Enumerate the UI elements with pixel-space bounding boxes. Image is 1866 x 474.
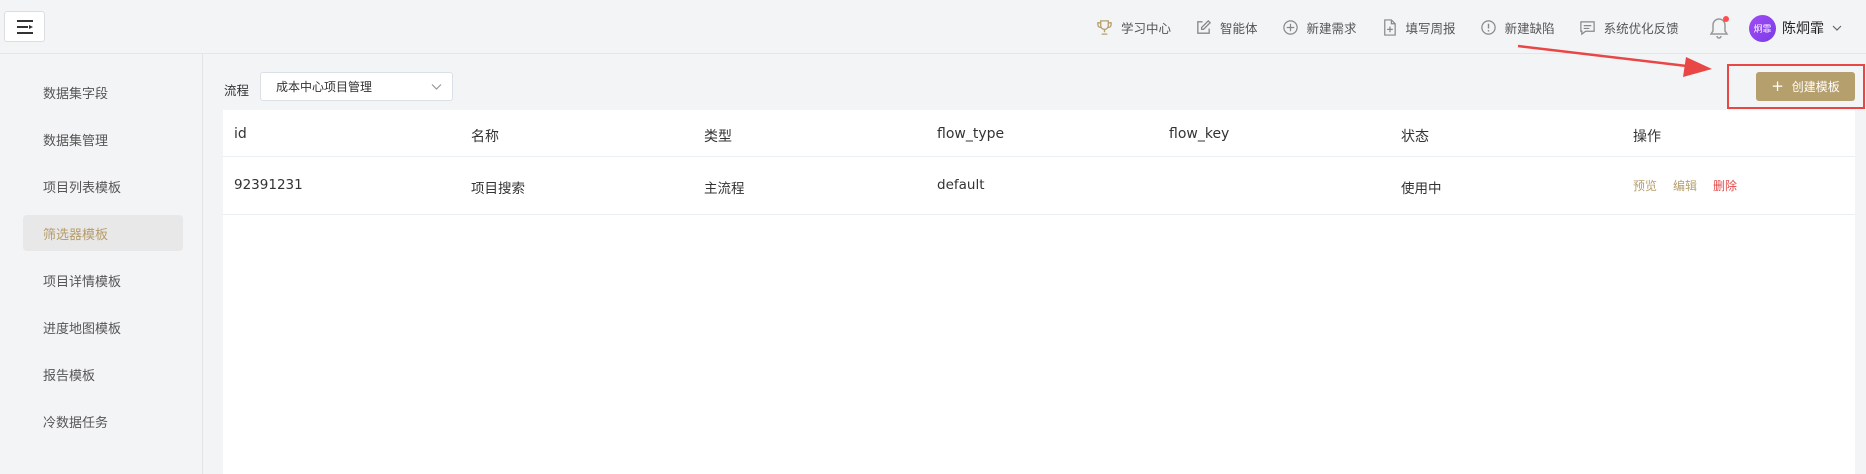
- sidebar-item-project-detail-template[interactable]: 项目详情模板: [23, 262, 183, 298]
- notification-dot: [1723, 16, 1729, 22]
- flow-select-value: 成本中心项目管理: [276, 80, 373, 94]
- nav-new-requirement[interactable]: 新建需求: [1282, 18, 1357, 37]
- nav-agent[interactable]: 智能体: [1195, 18, 1258, 37]
- cell-name: 项目搜索: [471, 181, 525, 197]
- nav-label: 填写周报: [1405, 20, 1456, 36]
- table-header: id 名称 类型 flow_type flow_key 状态 操作: [223, 110, 1855, 157]
- cell-id: 92391231: [234, 177, 303, 193]
- edit-icon: [1197, 19, 1212, 34]
- nav-new-defect[interactable]: 新建缺陷: [1480, 18, 1555, 37]
- top-nav: 学习中心 智能体 新建需求 填写周报 新建缺陷 系统优化反馈: [1096, 0, 1703, 54]
- nav-label: 系统优化反馈: [1603, 20, 1679, 36]
- sidebar-item-report-template[interactable]: 报告模板: [23, 356, 183, 392]
- column-header-id: id: [234, 126, 247, 142]
- username: 陈炯霏: [1782, 21, 1824, 37]
- nav-feedback[interactable]: 系统优化反馈: [1579, 18, 1679, 37]
- sidebar-item-dataset-management[interactable]: 数据集管理: [23, 121, 183, 157]
- nav-label: 学习中心: [1121, 20, 1172, 36]
- sidebar: 数据集字段 数据集管理 项目列表模板 筛选器模板 项目详情模板 进度地图模板 报…: [0, 54, 203, 474]
- flow-filter-label: 流程: [224, 83, 250, 98]
- nav-weekly-report[interactable]: 填写周报: [1381, 18, 1456, 37]
- plus-circle-icon: [1282, 19, 1298, 35]
- flow-select[interactable]: 成本中心项目管理: [260, 72, 453, 101]
- user-menu[interactable]: 炯霏 陈炯霏: [1749, 14, 1842, 42]
- preview-link[interactable]: 预览: [1633, 177, 1657, 194]
- annotation-highlight-box: [1727, 64, 1865, 109]
- chevron-down-icon: [431, 84, 442, 90]
- nav-label: 智能体: [1220, 20, 1258, 36]
- avatar: 炯霏: [1749, 14, 1776, 42]
- trophy-icon: [1097, 19, 1112, 35]
- nav-label: 新建缺陷: [1504, 20, 1555, 36]
- column-header-actions: 操作: [1633, 129, 1661, 145]
- nav-learning-center[interactable]: 学习中心: [1096, 18, 1171, 37]
- table-row: 92391231 项目搜索 主流程 default 使用中 预览 编辑 删除: [223, 157, 1855, 215]
- column-header-flow-type: flow_type: [937, 126, 1005, 142]
- cell-type: 主流程: [704, 181, 745, 197]
- sidebar-item-progress-map-template[interactable]: 进度地图模板: [23, 309, 183, 345]
- exclamation-circle-icon: [1480, 19, 1496, 35]
- cell-flow-type: default: [937, 177, 985, 193]
- cell-status: 使用中: [1401, 181, 1442, 197]
- edit-link[interactable]: 编辑: [1673, 177, 1697, 194]
- delete-link[interactable]: 删除: [1713, 177, 1737, 194]
- sidebar-item-filter-template[interactable]: 筛选器模板: [23, 215, 183, 251]
- sidebar-item-cold-data-task[interactable]: 冷数据任务: [23, 403, 183, 439]
- template-table: id 名称 类型 flow_type flow_key 状态 操作 923912…: [223, 110, 1855, 474]
- column-header-name: 名称: [471, 129, 499, 145]
- menu-fold-icon: [16, 19, 33, 34]
- column-header-type: 类型: [704, 129, 732, 145]
- column-header-status: 状态: [1401, 129, 1429, 145]
- nav-label: 新建需求: [1306, 20, 1357, 36]
- column-header-flow-key: flow_key: [1169, 126, 1230, 142]
- top-bar: 学习中心 智能体 新建需求 填写周报 新建缺陷 系统优化反馈 炯霏 陈炯霏: [0, 0, 1866, 54]
- message-icon: [1579, 20, 1595, 35]
- notification-button[interactable]: [1708, 16, 1730, 40]
- chevron-down-icon: [1832, 25, 1842, 31]
- menu-toggle-button[interactable]: [4, 11, 45, 42]
- file-add-icon: [1383, 18, 1396, 36]
- sidebar-item-project-list-template[interactable]: 项目列表模板: [23, 168, 183, 204]
- sidebar-item-dataset-fields[interactable]: 数据集字段: [23, 74, 183, 110]
